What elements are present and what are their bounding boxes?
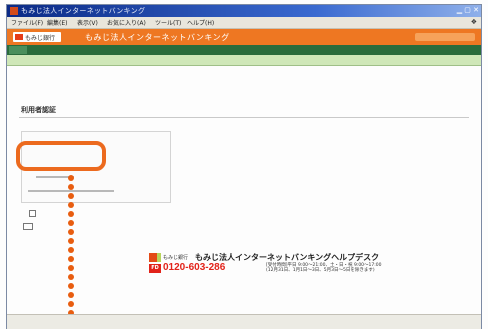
bank-logo-text: もみじ銀行 [25,35,56,42]
window-title: もみじ法人インターネットバンキング [21,7,146,15]
menu-bar: ファイル(F) 編集(E) 表示(V) お気に入り(A) ツール(T) ヘルプ(… [7,17,481,29]
header-right-button[interactable] [415,33,475,41]
help-bank-name: もみじ銀行 [163,255,189,261]
bank-mark-icon [149,253,161,262]
pointer-dot [68,211,74,217]
pointer-dot [68,283,74,289]
pointer-dot [68,193,74,199]
pointer-dotted-line [66,175,76,323]
browser-window: もみじ法人インターネットバンキング ▁ ▢ ✕ ファイル(F) 編集(E) 表示… [6,4,482,329]
menu-view[interactable]: 表示(V) [77,18,98,27]
nav-tab-active[interactable] [9,46,27,54]
title-bar: もみじ法人インターネットバンキング ▁ ▢ ✕ [7,5,481,17]
pointer-dot [68,256,74,262]
pointer-dot [68,220,74,226]
pointer-dot [68,238,74,244]
highlight-callout [16,141,106,171]
screen: もみじ法人インターネットバンキング ▁ ▢ ✕ ファイル(F) 編集(E) 表示… [0,0,488,329]
window-icon [23,223,33,230]
help-desk-banner: もみじ銀行 もみじ法人インターネットバンキングヘルプデスク FD 0120-60… [149,252,399,276]
windows-logo-icon: ❖ [470,18,477,26]
status-bar [7,314,481,329]
menu-favorites[interactable]: お気に入り(A) [107,18,146,27]
help-hours: [受付時間]平日 9:00～21:00、土・日・祝 9:00～17:00 (12… [266,263,386,273]
window-controls[interactable]: ▁ ▢ ✕ [457,6,479,14]
pointer-dot [68,184,74,190]
browser-icon [10,7,18,15]
page-title: 利用者認証 [21,106,56,114]
pointer-dot [68,301,74,307]
menu-file[interactable]: ファイル(F) [11,18,43,27]
menu-edit[interactable]: 編集(E) [47,18,67,27]
secondary-nav [7,55,481,66]
pointer-dot [68,202,74,208]
pointer-dot [68,229,74,235]
pointer-dot [68,292,74,298]
help-phone-number[interactable]: 0120-603-286 [163,262,225,273]
service-title: もみじ法人インターネットバンキング [85,33,230,42]
pointer-dot [68,247,74,253]
help-hours-line-2: (12月31日、1月1日～3日、5月3日～5日を除きます) [266,268,375,273]
bank-logo: もみじ銀行 [13,32,61,42]
menu-tools[interactable]: ツール(T) [155,18,181,27]
pointer-dot [68,265,74,271]
pointer-dot [68,274,74,280]
option-checkbox[interactable] [29,210,36,217]
menu-help[interactable]: ヘルプ(H) [187,18,214,27]
pointer-dot [68,175,74,181]
divider [19,117,469,118]
bank-header: もみじ銀行 もみじ法人インターネットバンキング [7,29,481,45]
bank-logo-mark-icon [15,34,23,40]
free-dial-icon: FD [149,264,161,273]
primary-nav [7,45,481,55]
